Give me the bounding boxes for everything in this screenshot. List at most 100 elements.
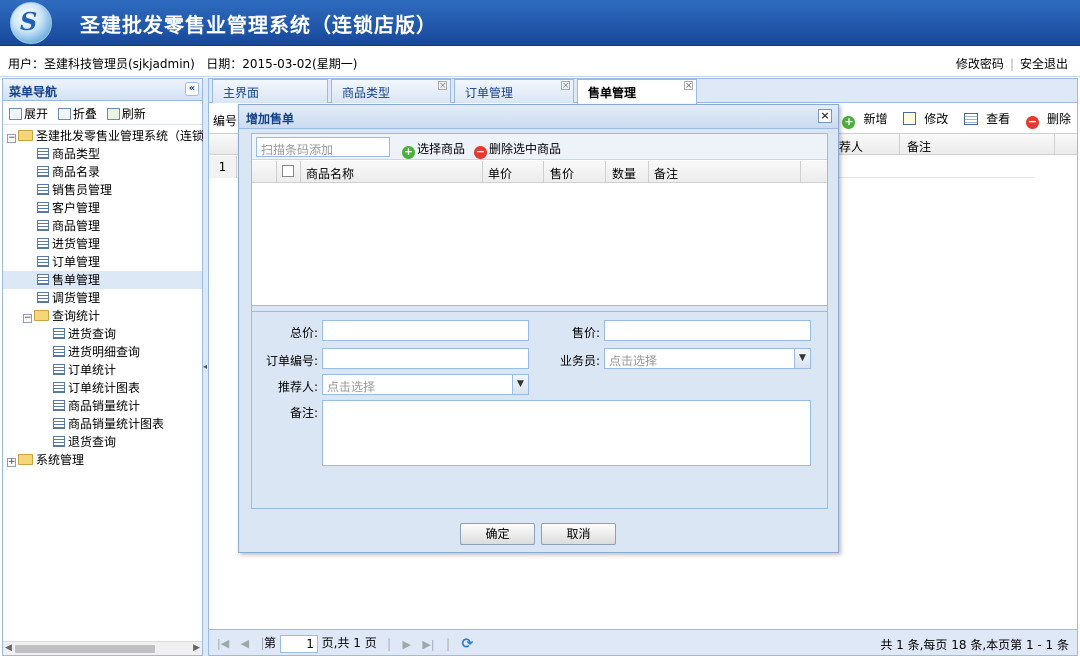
column-goods-name[interactable]: 商品名称 [306, 165, 354, 182]
tree-item-goods[interactable]: 商品管理 [3, 217, 202, 235]
add-icon: + [842, 115, 856, 129]
last-page-icon[interactable]: ▶| [422, 638, 434, 651]
refresh-icon [106, 108, 120, 120]
column-quantity[interactable]: 数量 [612, 165, 636, 182]
tree-item-salesman[interactable]: 销售员管理 [3, 181, 202, 199]
salesman-label: 业务员: [559, 354, 600, 368]
app-title: 圣建批发零售业管理系统（连锁店版） [80, 13, 437, 37]
close-tab-icon[interactable]: × [684, 81, 693, 91]
tab-sales[interactable]: 售单管理 × [577, 79, 697, 104]
dialog-title: 增加售单 [246, 112, 295, 126]
ok-button[interactable]: 确定 [460, 523, 535, 545]
goods-grid-header: 商品名称 单价 售价 数量 备注 [252, 161, 827, 183]
chevron-down-icon[interactable]: ▼ [794, 349, 810, 368]
page-number-input[interactable] [279, 634, 318, 653]
nav-horizontal-scrollbar[interactable]: ◀ ▶ [3, 641, 202, 655]
select-all-checkbox[interactable] [282, 165, 294, 177]
user-info: 用户：圣建科技管理员(sjkjadmin) 日期：2015-03-02(星期一) [8, 57, 358, 71]
scroll-right-icon[interactable]: ▶ [193, 643, 200, 653]
dialog-buttons: 确定 取消 [239, 523, 840, 547]
close-icon[interactable]: × [818, 109, 832, 123]
page-icon [37, 202, 49, 213]
tree-item-sales-chart[interactable]: 商品销量统计图表 [3, 415, 202, 433]
collapse-node-icon[interactable]: − [7, 134, 16, 143]
tree-item-order-stats[interactable]: 订单统计 [3, 361, 202, 379]
refresh-icon[interactable]: ⟳ [462, 636, 474, 652]
cancel-button[interactable]: 取消 [541, 523, 616, 545]
salesman-select[interactable]: 点击选择 ▼ [604, 348, 811, 369]
expand-node-icon[interactable]: + [7, 458, 16, 467]
referrer-select[interactable]: 点击选择 ▼ [322, 374, 529, 395]
logout-link[interactable]: 安全退出 [1014, 57, 1074, 71]
edit-icon [903, 112, 917, 125]
add-sale-dialog: 增加售单 × 扫描条码添加 + 选择商品 − 删除选中商品 商品名称 单价 售价 数… [238, 104, 839, 553]
tab-orders[interactable]: 订单管理 × [454, 79, 574, 103]
tree-folder-system[interactable]: + 系统管理 [3, 451, 202, 469]
next-page-icon[interactable]: ▶ [403, 638, 411, 651]
page-jump: 第 页,共 1 页 [264, 634, 377, 653]
tree-item-customer[interactable]: 客户管理 [3, 199, 202, 217]
tree-item-purchase-detail[interactable]: 进货明细查询 [3, 343, 202, 361]
refresh-tree-button[interactable]: 刷新 [106, 105, 146, 122]
close-tab-icon[interactable]: × [438, 81, 447, 91]
prev-page-icon[interactable]: ◀ [241, 637, 249, 650]
app-header: S 圣建批发零售业管理系统（连锁店版） [0, 0, 1080, 46]
collapse-node-icon[interactable]: − [23, 314, 32, 323]
tree-item-goods-type[interactable]: 商品类型 [3, 145, 202, 163]
dialog-title-bar[interactable]: 增加售单 × [239, 105, 838, 129]
nav-panel: 菜单导航 « 展开 折叠 刷新 − 圣建批发零售业管理系统（连锁 商品类型 商品名… [2, 78, 204, 656]
tree-item-orders[interactable]: 订单管理 [3, 253, 202, 271]
barcode-scan-input[interactable]: 扫描条码添加 [256, 137, 390, 157]
delete-icon: − [474, 145, 487, 159]
page-icon [37, 184, 49, 195]
tree-item-goods-list[interactable]: 商品名录 [3, 163, 202, 181]
page-icon [53, 382, 65, 393]
order-number-input[interactable] [322, 348, 529, 369]
remark-label: 备注: [289, 406, 318, 420]
add-button[interactable]: + 新增 [836, 112, 887, 129]
view-button[interactable]: 查看 [958, 112, 1010, 126]
tree-item-transfer[interactable]: 调货管理 [3, 289, 202, 307]
folder-open-icon [34, 310, 49, 321]
page-icon [37, 238, 49, 249]
column-referrer[interactable]: 荐人 [839, 138, 863, 155]
column-remark[interactable]: 备注 [907, 138, 931, 155]
edit-button[interactable]: 修改 [897, 112, 948, 126]
tree-folder-stats[interactable]: − 查询统计 [3, 307, 202, 325]
column-sale-price[interactable]: 售价 [550, 165, 574, 182]
referrer-label: 推荐人: [277, 380, 318, 394]
delete-selected-button[interactable]: − 删除选中商品 [474, 140, 561, 159]
tree-item-returns[interactable]: 退货查询 [3, 433, 202, 451]
collapse-panel-button[interactable]: « [185, 82, 199, 96]
nav-toolbar: 展开 折叠 刷新 [3, 101, 202, 125]
sale-price-label: 售价: [571, 326, 600, 340]
total-price-input[interactable] [322, 320, 529, 341]
sale-price-input[interactable] [604, 320, 811, 341]
column-remark[interactable]: 备注 [654, 165, 678, 182]
pager-nav: |◀ ◀ | [217, 636, 265, 650]
collapse-all-button[interactable]: 折叠 [57, 105, 97, 122]
goods-toolbar: 扫描条码添加 + 选择商品 − 删除选中商品 [252, 134, 827, 160]
first-page-icon[interactable]: |◀ [217, 637, 229, 650]
app-logo-icon: S [10, 2, 52, 44]
scrollbar-thumb[interactable] [15, 645, 155, 653]
chevron-down-icon[interactable]: ▼ [512, 375, 528, 394]
change-password-link[interactable]: 修改密码 [950, 57, 1010, 71]
tree-item-sales-stats[interactable]: 商品销量统计 [3, 397, 202, 415]
delete-button[interactable]: − 删除 [1020, 112, 1071, 129]
scroll-left-icon[interactable]: ◀ [5, 643, 12, 653]
total-price-label: 总价: [289, 326, 318, 340]
tab-home[interactable]: 主界面 [212, 79, 328, 103]
tree-root[interactable]: − 圣建批发零售业管理系统（连锁 [3, 127, 204, 145]
tab-goods-type[interactable]: 商品类型 × [331, 79, 451, 103]
tree-item-purchase[interactable]: 进货管理 [3, 235, 202, 253]
select-goods-button[interactable]: + 选择商品 [402, 140, 465, 159]
tree-item-purchase-query[interactable]: 进货查询 [3, 325, 202, 343]
splitter-arrow-icon: ◂ [203, 362, 208, 371]
remark-textarea[interactable] [322, 400, 811, 466]
close-tab-icon[interactable]: × [561, 81, 570, 91]
column-unit-price[interactable]: 单价 [488, 165, 512, 182]
tree-item-sales[interactable]: 售单管理 [3, 271, 202, 289]
tree-item-order-chart[interactable]: 订单统计图表 [3, 379, 202, 397]
expand-all-button[interactable]: 展开 [9, 105, 48, 122]
